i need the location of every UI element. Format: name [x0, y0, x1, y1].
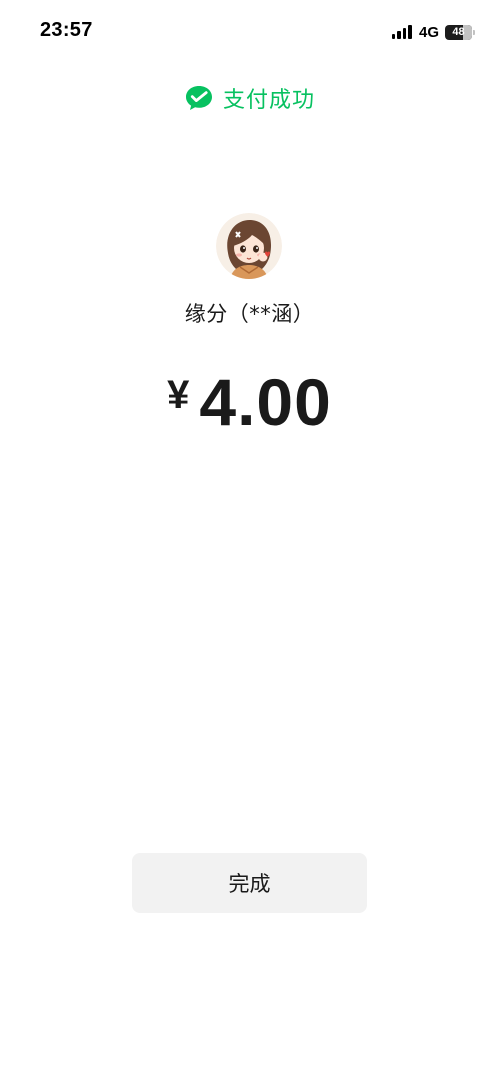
payment-success-screen: 23:57 4G 48 支付成功 缘分（**涵） ¥ 4.00 完成: [0, 0, 499, 1080]
payment-amount: ¥ 4.00: [0, 364, 499, 440]
success-title: 支付成功: [222, 88, 315, 113]
currency-symbol: ¥: [167, 372, 190, 417]
wechat-pay-check-icon: [185, 86, 212, 110]
status-bar: 23:57 4G 48: [0, 0, 499, 62]
done-button[interactable]: 完成: [132, 853, 367, 913]
battery-level: 48: [452, 26, 465, 38]
status-time: 23:57: [40, 19, 93, 41]
success-header: 支付成功: [0, 82, 499, 114]
network-type: 4G: [418, 23, 439, 41]
signal-icon: [391, 25, 412, 39]
amount-value: 4.00: [199, 365, 332, 439]
status-indicators: 4G 48: [391, 22, 475, 42]
payee-name: 缘分（**涵）: [184, 302, 315, 326]
payee-avatar: [216, 213, 282, 279]
battery-icon: 48: [445, 24, 475, 40]
